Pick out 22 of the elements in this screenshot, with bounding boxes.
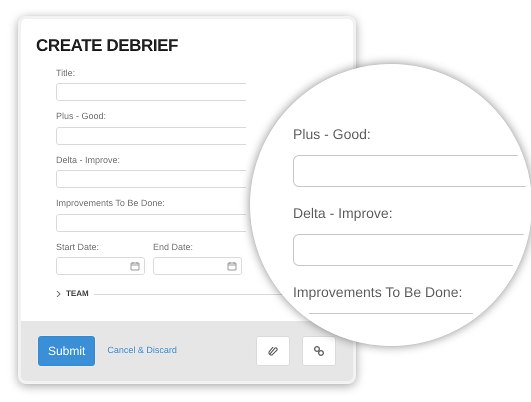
date-field[interactable]	[153, 257, 242, 275]
field-label: End Date:	[153, 240, 194, 254]
submit-button[interactable]: Submit	[38, 336, 96, 366]
calendar-icon[interactable]	[130, 261, 140, 271]
paperclip-icon	[267, 345, 279, 357]
date-field[interactable]	[56, 257, 145, 275]
field-label: Title:	[56, 66, 76, 80]
field-label: Delta - Improve:	[293, 204, 393, 223]
field-label: Delta - Improve:	[56, 154, 122, 167]
caret-icon	[56, 291, 61, 297]
link-button[interactable]	[302, 336, 336, 366]
team-section-toggle[interactable]: TEAM	[56, 288, 89, 300]
field-label: Improvements To Be Done:	[56, 197, 166, 210]
link-icon	[313, 345, 325, 357]
calendar-icon[interactable]	[227, 261, 237, 271]
field-label: Improvements To Be Done:	[293, 283, 462, 302]
attach-button[interactable]	[256, 336, 290, 366]
cancel-link[interactable]: Cancel & Discard	[107, 344, 177, 358]
form-title: CREATE DEBRIEF	[36, 35, 180, 57]
field-label: Plus - Good:	[56, 110, 108, 123]
field-label: Plus - Good:	[293, 125, 371, 144]
field-label: Start Date:	[56, 240, 100, 254]
